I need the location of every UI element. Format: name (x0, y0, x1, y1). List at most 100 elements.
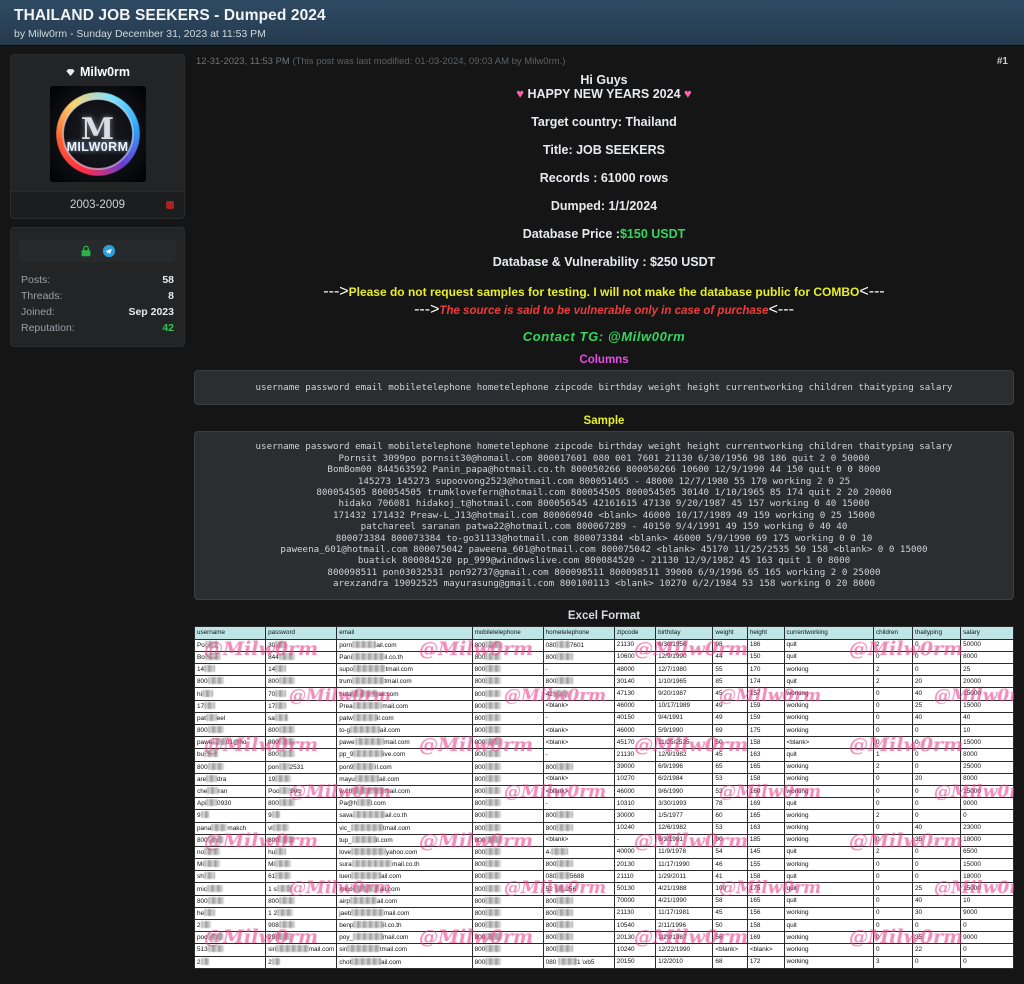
excel-cell-email: tup_ il.com (336, 833, 473, 847)
excel-cell-salary: 8000 (960, 650, 1014, 665)
redaction-mask (204, 665, 215, 673)
excel-cell-hometelephone: 800 (542, 858, 615, 872)
post-number[interactable]: #1 (997, 56, 1008, 67)
columns-section-title: Columns (579, 354, 629, 366)
warning-arrow-left: ---> (414, 301, 440, 318)
excel-cell-children: 0 (872, 894, 913, 908)
excel-cell-thaityping: 0 (911, 918, 962, 933)
excel-cell-mobiletelephone: 800 (471, 955, 544, 969)
excel-cell-children: 0 (872, 870, 913, 884)
stat-label: Threads: (21, 290, 63, 302)
excel-cell-username: pat eel (194, 711, 267, 726)
excel-cell-weight: 50 (712, 918, 748, 933)
excel-cell-salary: 9000 (960, 931, 1014, 945)
excel-cell-salary: 40 (960, 711, 1014, 726)
redaction-mask (204, 908, 215, 916)
table-row: sh 61 luen ail.com 800 080 5688 21110 1/29/2011 4… (194, 870, 1014, 884)
redaction-mask (556, 896, 573, 904)
excel-cell-mobiletelephone: 800 (471, 760, 544, 774)
redaction-mask (352, 677, 385, 685)
excel-cell-height: <blank> (746, 943, 785, 957)
excel-cell-thaityping: 0 (911, 760, 962, 774)
table-row: pawe 01@ho 800 pawe mail.com 800 <blank> 45170 1… (194, 736, 1014, 750)
excel-cell-currentworking: quit (783, 675, 874, 689)
excel-cell-username: Api 0930 (194, 797, 267, 811)
stat-value[interactable]: 42 (162, 320, 174, 336)
excel-cell-email: w.ch mail.com (336, 784, 473, 799)
excel-cell-salary: 9000 (960, 797, 1014, 811)
excel-cell-currentworking: quit (783, 882, 874, 896)
excel-cell-currentworking: quit (783, 894, 874, 908)
telegram-icon[interactable] (102, 244, 116, 258)
excel-cell-weight: 45 (712, 687, 748, 701)
excel-cell-birthday: 12/22/1990 (655, 943, 714, 957)
table-row: pana makch vl vic_ tmail.com 800 800 10240 12/6/… (194, 821, 1014, 835)
table-row: poo 29 poy_ mail.com 800 800 20130 1/29/1987 56 1… (194, 931, 1014, 945)
redaction-mask (485, 957, 502, 965)
redaction-mask (207, 835, 224, 843)
stat-value: 8 (168, 290, 174, 302)
redaction-mask (204, 847, 221, 855)
warning-arrow-right: <--- (768, 301, 794, 318)
excel-cell-password: 70 (265, 687, 338, 701)
lock-icon[interactable] (79, 244, 93, 258)
redaction-mask (351, 908, 384, 916)
excel-cell-email: mayu ail.com (336, 772, 473, 786)
excel-cell-password: Mi (265, 858, 338, 872)
excel-cell-currentworking: working (783, 687, 874, 701)
excel-cell-height: 186 (746, 638, 785, 652)
redaction-mask (278, 896, 295, 904)
redaction-mask (485, 908, 502, 916)
excel-cell-password: hu (265, 845, 338, 860)
redaction-mask (352, 884, 380, 892)
author-username-row[interactable]: Milw0rm (11, 63, 184, 86)
avatar-wrapper[interactable]: M MILW0RM (11, 86, 184, 191)
contact-telegram[interactable]: Contact TG: @Milw00rm (194, 329, 1014, 344)
excel-cell-birthday: 1/29/1987 (655, 931, 714, 945)
excel-cell-username: no (194, 845, 267, 860)
excel-cell-birthday: 1/2/2010 (655, 955, 714, 969)
excel-cell-thaityping: 0 (911, 736, 962, 750)
redaction-mask (551, 847, 568, 855)
excel-cell-weight: 58 (712, 894, 748, 908)
redaction-mask (206, 799, 218, 807)
excel-cell-currentworking: working (783, 711, 874, 726)
excel-cell-hometelephone: <blank> (542, 723, 615, 738)
excel-cell-currentworking: working (783, 955, 874, 969)
heart-icon-right: ♥ (684, 86, 692, 101)
redaction-mask (485, 799, 502, 807)
excel-cell-hometelephone: 42 (542, 687, 615, 701)
excel-table-wrapper: username password email mobiletelephone home… (194, 625, 1014, 969)
stat-label: Reputation: (21, 322, 75, 334)
excel-cell-password: 29 (265, 931, 338, 945)
redaction-mask (274, 860, 292, 868)
excel-header-username: username (194, 625, 267, 640)
excel-cell-birthday: 12/9/1982 (655, 748, 714, 762)
excel-cell-username: Bo (194, 650, 267, 665)
notice-arrow-right: <--- (859, 283, 885, 300)
excel-header-hometelephone: hometelephone (542, 625, 615, 640)
stat-row-threads: Threads: 8 (21, 288, 174, 304)
excel-cell-children: 0 (872, 797, 913, 811)
excel-cell-hometelephone: 4- (542, 845, 615, 860)
excel-cell-weight: 45 (712, 748, 748, 762)
excel-header-birthday: birthday (655, 625, 714, 640)
excel-cell-height: 185 (746, 833, 785, 847)
excel-cell-weight: 98 (712, 638, 748, 652)
excel-cell-thaityping: 0 (911, 748, 962, 762)
excel-header-row: username password email mobiletelephone home… (194, 625, 1014, 640)
excel-cell-mobiletelephone: 800 (471, 638, 544, 652)
post-date: 12-31-2023, 11:53 PM (196, 56, 290, 67)
redaction-mask (275, 872, 292, 880)
table-row: hi 70 hida ail.com 800 42 47130 9/20/1987 45 157 w… (194, 687, 1014, 701)
table-row: he 1 2 jaeb mail.com 800 800 21130 11/17/1981 45… (194, 906, 1014, 921)
excel-cell-zipcode: 40150 (613, 711, 657, 726)
excel-cell-mobiletelephone: 800 (471, 931, 544, 945)
thread-byline: by Milw0rm - Sunday December 31, 2023 at… (14, 28, 266, 40)
excel-cell-hometelephone: 800 (542, 760, 615, 774)
excel-cell-salary: 18000 (960, 870, 1014, 884)
author-card: Milw0rm M MILW0RM 2003-2009 (10, 54, 185, 219)
excel-cell-thaityping: 20 (911, 675, 962, 689)
excel-cell-username: 2 (194, 955, 267, 969)
excel-cell-birthday: 1/10/1965 (655, 675, 714, 689)
